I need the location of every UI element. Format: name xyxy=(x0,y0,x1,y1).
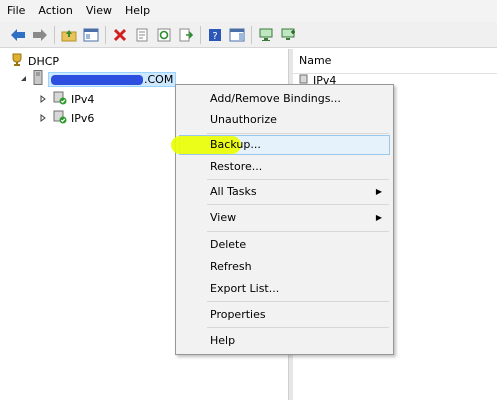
properties-icon[interactable] xyxy=(132,25,152,45)
tree-item-ipv4[interactable]: IPv4 xyxy=(37,90,94,108)
help-icon[interactable]: ? xyxy=(205,25,225,45)
menu-item-properties[interactable]: Properties xyxy=(179,305,390,325)
add-server-icon[interactable] xyxy=(278,25,298,45)
tree-root-label: DHCP xyxy=(28,54,60,68)
server-tower-icon xyxy=(32,70,44,88)
menu-file[interactable]: File xyxy=(1,0,31,22)
menu-bar: File Action View Help xyxy=(0,0,497,22)
delete-icon[interactable] xyxy=(110,25,130,45)
context-menu: Add/Remove Bindings... Unauthorize Backu… xyxy=(171,84,394,355)
menu-separator xyxy=(207,133,389,134)
up-folder-icon[interactable] xyxy=(59,25,79,45)
toolbar-separator xyxy=(105,25,106,44)
menu-item-refresh[interactable]: Refresh xyxy=(179,257,390,277)
trophy-icon xyxy=(10,53,24,70)
column-header-name[interactable]: Name xyxy=(293,49,497,74)
export-list-icon[interactable] xyxy=(176,25,196,45)
menu-help[interactable]: Help xyxy=(119,0,156,22)
toolbar-separator xyxy=(54,25,55,44)
tree-root-dhcp[interactable]: DHCP xyxy=(10,52,59,70)
menu-separator xyxy=(207,204,389,205)
toolbar: ? xyxy=(0,22,497,48)
toolbar-separator xyxy=(251,25,252,44)
tree-item-server[interactable]: .COM xyxy=(18,70,177,88)
tree-item-ipv6[interactable]: IPv6 xyxy=(37,109,94,127)
menu-item-add-remove-bindings[interactable]: Add/Remove Bindings... xyxy=(179,89,390,109)
menu-separator xyxy=(207,179,389,180)
menu-item-export-list[interactable]: Export List... xyxy=(179,279,390,299)
collapse-arrow-icon[interactable] xyxy=(18,73,30,85)
ipv4-node-icon xyxy=(53,91,67,108)
back-icon[interactable] xyxy=(8,25,28,45)
menu-item-unauthorize[interactable]: Unauthorize xyxy=(179,110,390,130)
redacted-hostname xyxy=(51,74,143,85)
server-label: .COM xyxy=(48,71,177,87)
show-hide-tree-icon[interactable] xyxy=(81,25,101,45)
menu-item-view[interactable]: View ▶ xyxy=(179,208,390,228)
menu-view[interactable]: View xyxy=(80,0,118,22)
refresh-icon[interactable] xyxy=(154,25,174,45)
menu-separator xyxy=(207,327,389,328)
expand-arrow-icon[interactable] xyxy=(37,93,49,105)
submenu-arrow-icon: ▶ xyxy=(375,213,382,222)
svg-text:?: ? xyxy=(212,31,217,42)
menu-item-backup[interactable]: Backup... xyxy=(171,135,390,155)
menu-item-delete[interactable]: Delete xyxy=(179,235,390,255)
menu-separator xyxy=(207,231,389,232)
menu-item-restore[interactable]: Restore... xyxy=(179,157,390,177)
menu-separator xyxy=(207,301,389,302)
expand-arrow-icon[interactable] xyxy=(37,112,49,124)
server-icon[interactable] xyxy=(256,25,276,45)
forward-icon[interactable] xyxy=(30,25,50,45)
tree-item-label: IPv6 xyxy=(71,111,95,125)
menu-action[interactable]: Action xyxy=(32,0,78,22)
tree-item-label: IPv4 xyxy=(71,92,95,106)
action-pane-icon[interactable] xyxy=(227,25,247,45)
submenu-arrow-icon: ▶ xyxy=(375,187,382,196)
ipv6-node-icon xyxy=(53,110,67,127)
menu-item-help[interactable]: Help xyxy=(179,331,390,351)
menu-item-all-tasks[interactable]: All Tasks ▶ xyxy=(179,182,390,202)
toolbar-separator xyxy=(200,25,201,44)
